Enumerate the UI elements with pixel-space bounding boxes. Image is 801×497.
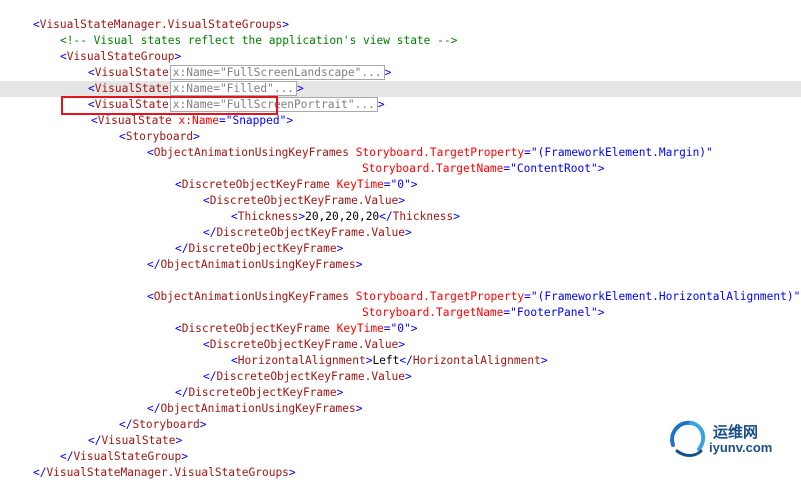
code-line: <VisualState x:Name="Filled"... > bbox=[0, 65, 304, 96]
watermark-url-text: iyunv.com bbox=[709, 440, 773, 455]
code-line: </VisualStateManager.VisualStateGroups> bbox=[0, 449, 296, 479]
code-line: </DiscreteObjectKeyFrame.Value> bbox=[0, 209, 412, 239]
code-line: </DiscreteObjectKeyFrame> bbox=[0, 225, 343, 255]
element-name: ObjectAnimationUsingKeyFrames bbox=[160, 258, 356, 271]
code-line: <VisualState x:Name="FullScreenLandscape"… bbox=[0, 49, 391, 80]
watermark-cn-text: 运维网 bbox=[713, 423, 759, 441]
code-line: <DiscreteObjectKeyFrame.Value> bbox=[0, 321, 405, 351]
tag-bracket: > bbox=[377, 98, 385, 111]
attribute-value: "Snapped" bbox=[225, 114, 287, 127]
code-line: Storyboard.TargetName="FooterPanel"> bbox=[0, 289, 605, 319]
tag-bracket: > bbox=[355, 258, 363, 271]
code-line: <VisualStateGroup> bbox=[0, 33, 181, 63]
watermark-logo-icon bbox=[670, 420, 706, 457]
code-line: <Storyboard> bbox=[0, 113, 200, 143]
code-line: </DiscreteObjectKeyFrame> bbox=[0, 369, 343, 399]
code-line: </ObjectAnimationUsingKeyFrames> bbox=[0, 385, 363, 415]
tag-bracket: > bbox=[597, 162, 605, 175]
code-line: <Thickness>20,20,20,20</Thickness> bbox=[0, 193, 460, 223]
tag-bracket: > bbox=[355, 402, 363, 415]
code-line: <VisualStateManager.VisualStateGroups> bbox=[0, 1, 289, 31]
code-line: </VisualState> bbox=[0, 417, 182, 447]
tag-bracket: > bbox=[384, 66, 392, 79]
tag-bracket: > bbox=[410, 178, 418, 191]
code-line: <ObjectAnimationUsingKeyFrames Storyboar… bbox=[0, 273, 800, 303]
tag-bracket: > bbox=[199, 418, 207, 431]
code-line: </ObjectAnimationUsingKeyFrames> bbox=[0, 241, 363, 271]
code-line: </Storyboard> bbox=[0, 401, 207, 431]
code-line: </DiscreteObjectKeyFrame.Value> bbox=[0, 353, 412, 383]
element-name: HorizontalAlignment bbox=[412, 354, 541, 367]
code-line: <DiscreteObjectKeyFrame.Value> bbox=[0, 177, 405, 207]
code-line: <!-- Visual states reflect the applicati… bbox=[0, 17, 457, 47]
tag-bracket: > bbox=[540, 354, 548, 367]
attribute-value: "ContentRoot" bbox=[510, 162, 598, 175]
code-line: <DiscreteObjectKeyFrame KeyTime="0"> bbox=[0, 305, 418, 335]
code-line: <VisualState x:Name="FullScreenPortrait".… bbox=[0, 81, 385, 112]
code-line: <DiscreteObjectKeyFrame KeyTime="0"> bbox=[0, 161, 418, 191]
code-line: Storyboard.TargetName="ContentRoot"> bbox=[0, 145, 605, 175]
site-watermark: 运维网 iyunv.com bbox=[665, 415, 795, 461]
xaml-code-editor[interactable]: <VisualStateManager.VisualStateGroups> <… bbox=[0, 0, 801, 479]
code-line: </VisualStateGroup> bbox=[0, 433, 188, 463]
tag-bracket: > bbox=[597, 306, 605, 319]
tag-bracket: > bbox=[405, 226, 412, 239]
element-name: VisualStateManager.VisualStateGroups bbox=[46, 466, 289, 479]
tag-bracket: </ bbox=[146, 258, 161, 271]
tag-bracket: > bbox=[410, 322, 418, 335]
tag-bracket: > bbox=[453, 210, 461, 223]
attribute-value: "FooterPanel" bbox=[510, 306, 598, 319]
tag-bracket: > bbox=[405, 370, 412, 383]
code-line: <ObjectAnimationUsingKeyFrames Storyboar… bbox=[0, 129, 713, 159]
code-line: <HorizontalAlignment>Left</HorizontalAli… bbox=[0, 337, 548, 367]
equals-sign: = bbox=[218, 114, 226, 127]
tag-bracket: > bbox=[288, 466, 296, 479]
tag-bracket: </ bbox=[32, 466, 47, 479]
tag-bracket: > bbox=[286, 114, 294, 127]
